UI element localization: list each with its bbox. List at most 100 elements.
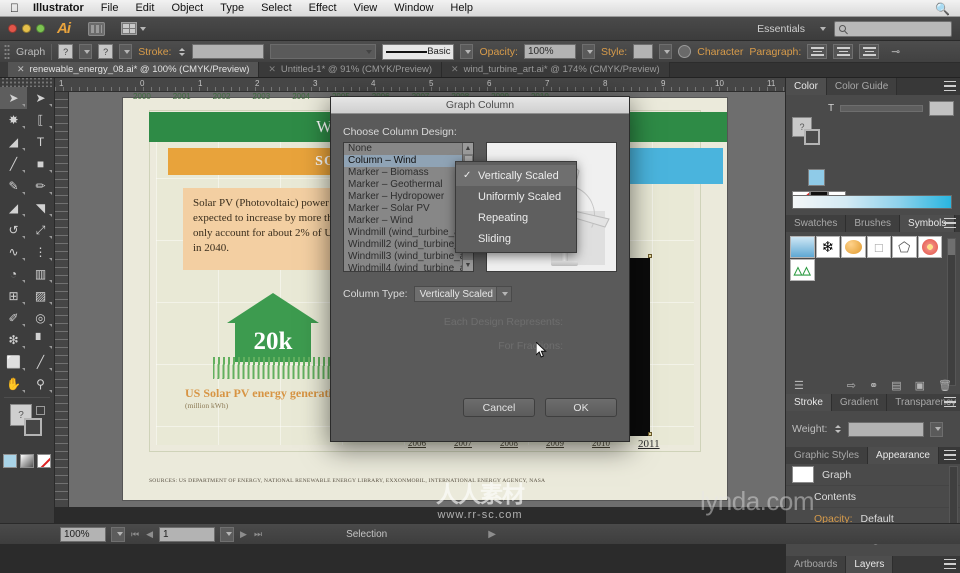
swap-fill-stroke-icon[interactable] — [36, 406, 45, 415]
menu-effect[interactable]: Effect — [309, 2, 337, 14]
list-item[interactable]: Windmill (wind_turbine_art. — [344, 227, 473, 239]
gradient-mode-icon[interactable] — [20, 454, 34, 468]
menu-view[interactable]: View — [354, 2, 378, 14]
horizontal-ruler[interactable]: 1 0 1 2 3 4 5 6 7 8 9 10 11 — [55, 78, 785, 92]
stroke-dropdown[interactable] — [119, 44, 133, 59]
panel-menu-icon[interactable] — [944, 218, 956, 228]
list-item[interactable]: Marker – Wind — [344, 215, 473, 227]
list-item[interactable]: Windmill4 (wind_turbine_ar — [344, 263, 473, 271]
tab-appearance[interactable]: Appearance — [868, 447, 939, 464]
anchor-point[interactable] — [648, 254, 652, 258]
apple-icon[interactable]:  — [10, 1, 19, 15]
mesh-tool[interactable]: ⊞ — [0, 285, 27, 307]
tab-bar-grip[interactable] — [0, 62, 8, 77]
align-right-icon[interactable] — [859, 44, 880, 59]
hand-tool[interactable]: ✋ — [0, 373, 27, 395]
appearance-row-contents[interactable]: Contents — [786, 486, 960, 508]
tab-artboards[interactable]: Artboards — [786, 556, 847, 573]
current-color-swatch[interactable] — [808, 169, 825, 186]
artboard-dropdown[interactable] — [220, 526, 235, 542]
none-mode-icon[interactable] — [37, 454, 51, 468]
graph-column-dialog[interactable]: Graph Column Choose Column Design: None … — [330, 96, 630, 442]
menu-select[interactable]: Select — [261, 2, 292, 14]
stroke-weight-stepper[interactable] — [177, 44, 186, 59]
last-page-icon[interactable]: ⏭ — [253, 529, 263, 540]
menu-edit[interactable]: Edit — [135, 2, 154, 14]
close-icon[interactable]: ✕ — [451, 64, 459, 75]
stroke-swatch[interactable]: ? — [98, 44, 114, 59]
vertical-ruler[interactable] — [55, 92, 69, 507]
control-bar-grip[interactable] — [4, 43, 10, 60]
tab-swatches[interactable]: Swatches — [786, 215, 847, 232]
align-left-icon[interactable] — [807, 44, 828, 59]
panel-menu-icon[interactable] — [944, 397, 956, 407]
arrange-documents-icon[interactable] — [121, 22, 137, 35]
symbol-splatter-icon[interactable]: ❄ — [815, 236, 840, 258]
eraser-tool[interactable]: ◥ — [27, 197, 54, 219]
menu-type[interactable]: Type — [220, 2, 244, 14]
cancel-button[interactable]: Cancel — [463, 398, 535, 417]
maximize-window-button[interactable] — [36, 24, 45, 33]
free-transform-tool[interactable]: ⋮ — [27, 241, 54, 263]
document-tab-wind-turbine-art[interactable]: ✕ wind_turbine_art.ai* @ 174% (CMYK/Prev… — [442, 62, 670, 77]
symbol-libraries-icon[interactable]: ☰ — [794, 379, 804, 392]
zoom-level-field[interactable]: 100% — [60, 526, 106, 542]
align-center-icon[interactable] — [833, 44, 854, 59]
tab-color[interactable]: Color — [786, 78, 827, 95]
column-graph-tool[interactable]: ▘ — [27, 329, 54, 351]
menu-file[interactable]: File — [101, 2, 119, 14]
opacity-field[interactable]: 100% — [523, 44, 576, 59]
symbol-grass-icon[interactable]: △△ — [790, 259, 815, 281]
rectangle-tool[interactable]: ■ — [27, 153, 54, 175]
document-tab-untitled-1[interactable]: ✕ Untitled-1* @ 91% (CMYK/Preview) — [259, 62, 443, 77]
dropdown-item-sliding[interactable]: Sliding — [456, 228, 576, 249]
new-symbol-icon[interactable]: ▣ — [915, 379, 925, 392]
paintbrush-tool[interactable]: ✎ — [0, 175, 27, 197]
stroke-profile-dropdown[interactable] — [460, 44, 474, 59]
panel-menu-icon[interactable] — [944, 81, 956, 91]
color-spectrum-bar[interactable] — [792, 195, 952, 209]
blob-brush-tool[interactable]: ◢ — [0, 197, 27, 219]
symbol-sprayer-tool[interactable]: ❇ — [0, 329, 27, 351]
chevron-down-icon[interactable] — [495, 287, 511, 301]
place-symbol-icon[interactable]: ⇨ — [847, 379, 856, 392]
window-controls[interactable] — [8, 24, 45, 33]
stroke-weight-field[interactable] — [192, 44, 265, 59]
list-item[interactable]: Marker – Hydropower — [344, 191, 473, 203]
list-item[interactable]: Marker – Solar PV — [344, 203, 473, 215]
color-preview-chip[interactable] — [929, 101, 954, 116]
menu-object[interactable]: Object — [171, 2, 203, 14]
delete-symbol-icon[interactable]: 🗑 — [938, 379, 952, 392]
panel-menu-icon[interactable] — [944, 559, 956, 569]
stroke-profile-preview[interactable]: Basic — [382, 43, 455, 60]
blend-tool[interactable]: ◎ — [27, 307, 54, 329]
list-item[interactable]: None — [344, 143, 473, 155]
list-item[interactable]: Marker – Geothermal — [344, 179, 473, 191]
panel-menu-icon[interactable] — [944, 450, 956, 460]
weight-dropdown[interactable] — [930, 421, 944, 437]
shape-builder-tool[interactable]: ◔ — [0, 263, 27, 285]
tab-layers[interactable]: Layers — [846, 556, 894, 573]
list-item[interactable]: Marker – Biomass — [344, 167, 473, 179]
type-tool[interactable]: T — [27, 131, 54, 153]
weight-field[interactable] — [848, 421, 925, 437]
slice-tool[interactable]: ╱ — [27, 351, 54, 373]
toolbox-stroke-swatch[interactable] — [24, 418, 42, 436]
eyedropper-tool[interactable]: ✐ — [0, 307, 27, 329]
pen-tool[interactable]: ◢ — [0, 131, 27, 153]
fill-swatch[interactable]: ? — [58, 44, 74, 59]
color-mode-icon[interactable] — [3, 454, 17, 468]
document-tab-renewable-energy[interactable]: ✕ renewable_energy_08.ai* @ 100% (CMYK/P… — [8, 62, 260, 77]
stroke-style-field[interactable] — [270, 44, 377, 59]
search-input[interactable] — [834, 20, 952, 37]
minimize-window-button[interactable] — [22, 24, 31, 33]
scroll-up-icon[interactable]: ▲ — [463, 143, 473, 154]
dropdown-item-uniformly-scaled[interactable]: Uniformly Scaled — [456, 186, 576, 207]
dropdown-item-vertically-scaled[interactable]: ✓ Vertically Scaled — [456, 165, 576, 186]
recolor-artwork-icon[interactable] — [678, 45, 692, 58]
menu-window[interactable]: Window — [394, 2, 433, 14]
symbol-ring-icon[interactable]: ⬠ — [892, 236, 917, 258]
toolbox-grip[interactable] — [0, 78, 54, 87]
line-segment-tool[interactable]: ╱ — [0, 153, 27, 175]
style-dropdown[interactable] — [659, 44, 673, 59]
